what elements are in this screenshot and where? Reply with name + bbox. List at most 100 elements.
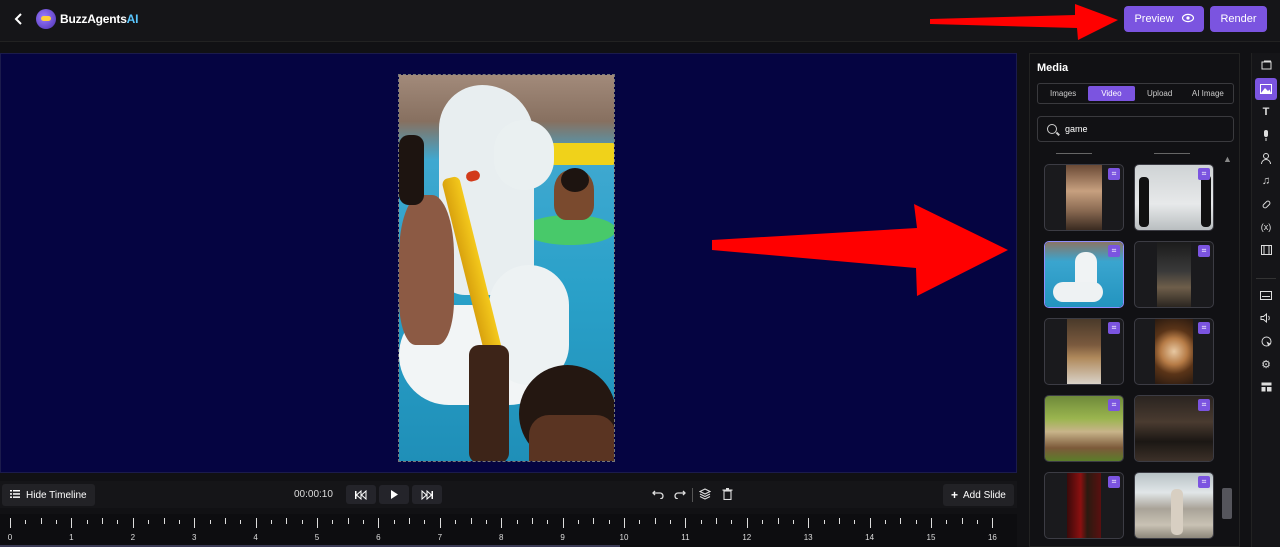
- template-icon[interactable]: [1255, 54, 1277, 76]
- scroll-up-icon[interactable]: ▲: [1223, 154, 1232, 164]
- ruler-major-tick: [931, 518, 932, 528]
- ruler-label: 4: [253, 533, 258, 542]
- sticker-icon[interactable]: [1255, 193, 1277, 215]
- image-icon[interactable]: [1255, 78, 1277, 100]
- crop-icon[interactable]: ⌗: [1198, 168, 1210, 180]
- crop-icon[interactable]: ⌗: [1108, 476, 1120, 488]
- layers-icon[interactable]: [698, 488, 712, 502]
- render-button[interactable]: Render: [1210, 6, 1267, 32]
- video-thumb-man-with-trophy[interactable]: ⌗: [1044, 318, 1124, 385]
- music-icon[interactable]: ♫: [1255, 170, 1277, 192]
- ruler-major-tick: [992, 518, 994, 528]
- panel-scrollbar[interactable]: [1222, 488, 1232, 519]
- add-slide-button[interactable]: + Add Slide: [943, 484, 1014, 506]
- ruler-minor-tick: [531, 518, 533, 524]
- timeline-ruler[interactable]: 0 1 2 3 4 5 6 7 8 9 10 11 12 13 14 15 16: [0, 514, 1017, 547]
- crop-icon[interactable]: ⌗: [1198, 399, 1210, 411]
- ruler-minor-tick: [301, 520, 303, 524]
- tab-ai-image[interactable]: AI Image: [1185, 86, 1231, 101]
- search-box[interactable]: [1037, 116, 1234, 142]
- pool-scene-image: [399, 75, 614, 461]
- divider: [1056, 153, 1092, 154]
- video-thumb-chess-player[interactable]: ⌗: [1044, 164, 1124, 231]
- undo-icon[interactable]: [651, 488, 665, 502]
- play-icon: [391, 490, 398, 499]
- crop-icon[interactable]: ⌗: [1108, 399, 1120, 411]
- play-button[interactable]: [379, 485, 409, 504]
- ruler-label: 7: [437, 533, 443, 542]
- film-icon[interactable]: [1255, 239, 1277, 261]
- back-arrow-icon[interactable]: [12, 10, 28, 28]
- ruler-label: 9: [560, 533, 565, 542]
- avatar-icon[interactable]: [1255, 147, 1277, 169]
- volume-icon[interactable]: [1255, 307, 1277, 329]
- ruler-minor-tick: [670, 520, 672, 524]
- video-thumb-chess-board-dark[interactable]: ⌗: [1134, 241, 1214, 308]
- microphone-icon[interactable]: [1255, 124, 1277, 146]
- right-tool-rail: T ♫ (x) ⚙: [1251, 53, 1280, 547]
- cursor-icon[interactable]: [1255, 330, 1277, 352]
- divider: [692, 488, 693, 502]
- variable-icon[interactable]: (x): [1255, 216, 1277, 238]
- skip-back-button[interactable]: [346, 485, 376, 504]
- tab-upload[interactable]: Upload: [1137, 86, 1183, 101]
- media-tabs: Images Video Upload AI Image: [1037, 83, 1234, 104]
- current-time: 00:00:10: [294, 489, 333, 500]
- media-panel: Media Images Video Upload AI Image ⌗ ⌗ ⌗…: [1029, 53, 1240, 547]
- ruler-label: 16: [987, 533, 997, 542]
- settings-icon[interactable]: ⚙: [1255, 353, 1277, 375]
- ruler-label: 11: [681, 533, 690, 542]
- crop-icon[interactable]: ⌗: [1198, 245, 1210, 257]
- ruler-minor-tick: [25, 520, 27, 524]
- ruler-major-tick: [808, 518, 810, 528]
- video-thumb-chess-pieces[interactable]: ⌗: [1134, 164, 1214, 231]
- ruler-major-tick: [501, 518, 503, 528]
- preview-label: Preview: [1134, 13, 1174, 25]
- ruler-minor-tick: [470, 518, 472, 524]
- ruler-minor-tick: [884, 520, 886, 524]
- ruler-minor-tick: [286, 518, 288, 524]
- skip-forward-button[interactable]: [412, 485, 442, 504]
- annotation-arrow-middle: [712, 204, 1008, 296]
- search-input[interactable]: [1065, 124, 1215, 134]
- ruler-minor-tick: [178, 520, 180, 524]
- ruler-minor-tick: [240, 520, 242, 524]
- add-slide-label: Add Slide: [963, 489, 1006, 501]
- crop-icon[interactable]: ⌗: [1108, 245, 1120, 257]
- ruler-minor-tick: [102, 518, 104, 524]
- crop-icon[interactable]: ⌗: [1108, 168, 1120, 180]
- video-thumb-stadium-walk[interactable]: ⌗: [1134, 472, 1214, 539]
- hide-timeline-label: Hide Timeline: [26, 489, 87, 501]
- redo-icon[interactable]: [673, 488, 687, 502]
- video-thumb-theater-curtain[interactable]: ⌗: [1044, 472, 1124, 539]
- trash-icon[interactable]: [720, 488, 734, 502]
- subtitles-icon[interactable]: [1255, 284, 1277, 306]
- ruler-minor-tick: [40, 518, 42, 524]
- tab-images[interactable]: Images: [1040, 86, 1086, 101]
- video-thumb-roulette-wheel[interactable]: ⌗: [1134, 318, 1214, 385]
- ruler-major-tick: [255, 518, 257, 528]
- preview-button[interactable]: Preview: [1124, 6, 1204, 32]
- tab-video[interactable]: Video: [1088, 86, 1135, 101]
- crop-icon[interactable]: ⌗: [1198, 322, 1210, 334]
- video-preview-frame[interactable]: [398, 74, 615, 462]
- video-thumb-group-playing[interactable]: ⌗: [1134, 395, 1214, 462]
- ruler-minor-tick: [86, 520, 88, 524]
- ruler-major-tick: [194, 518, 196, 528]
- ruler-minor-tick: [148, 520, 150, 524]
- video-thumb-pool-party[interactable]: ⌗: [1044, 241, 1124, 308]
- ruler-minor-tick: [915, 520, 917, 524]
- layout-icon[interactable]: [1255, 376, 1277, 398]
- ruler-major-tick: [869, 518, 871, 528]
- crop-icon[interactable]: ⌗: [1108, 322, 1120, 334]
- logo[interactable]: BuzzAgentsAI: [36, 9, 138, 29]
- divider: [1154, 153, 1190, 154]
- ruler-minor-tick: [577, 520, 579, 524]
- ruler-major-tick: [746, 518, 748, 528]
- timeline-toolbar: Hide Timeline 00:00:10 + Add Slide: [0, 481, 1017, 508]
- hide-timeline-button[interactable]: Hide Timeline: [2, 484, 95, 506]
- video-thumb-outdoor-game[interactable]: ⌗: [1044, 395, 1124, 462]
- text-icon[interactable]: T: [1255, 101, 1277, 123]
- ruler-minor-tick: [224, 518, 226, 524]
- crop-icon[interactable]: ⌗: [1198, 476, 1210, 488]
